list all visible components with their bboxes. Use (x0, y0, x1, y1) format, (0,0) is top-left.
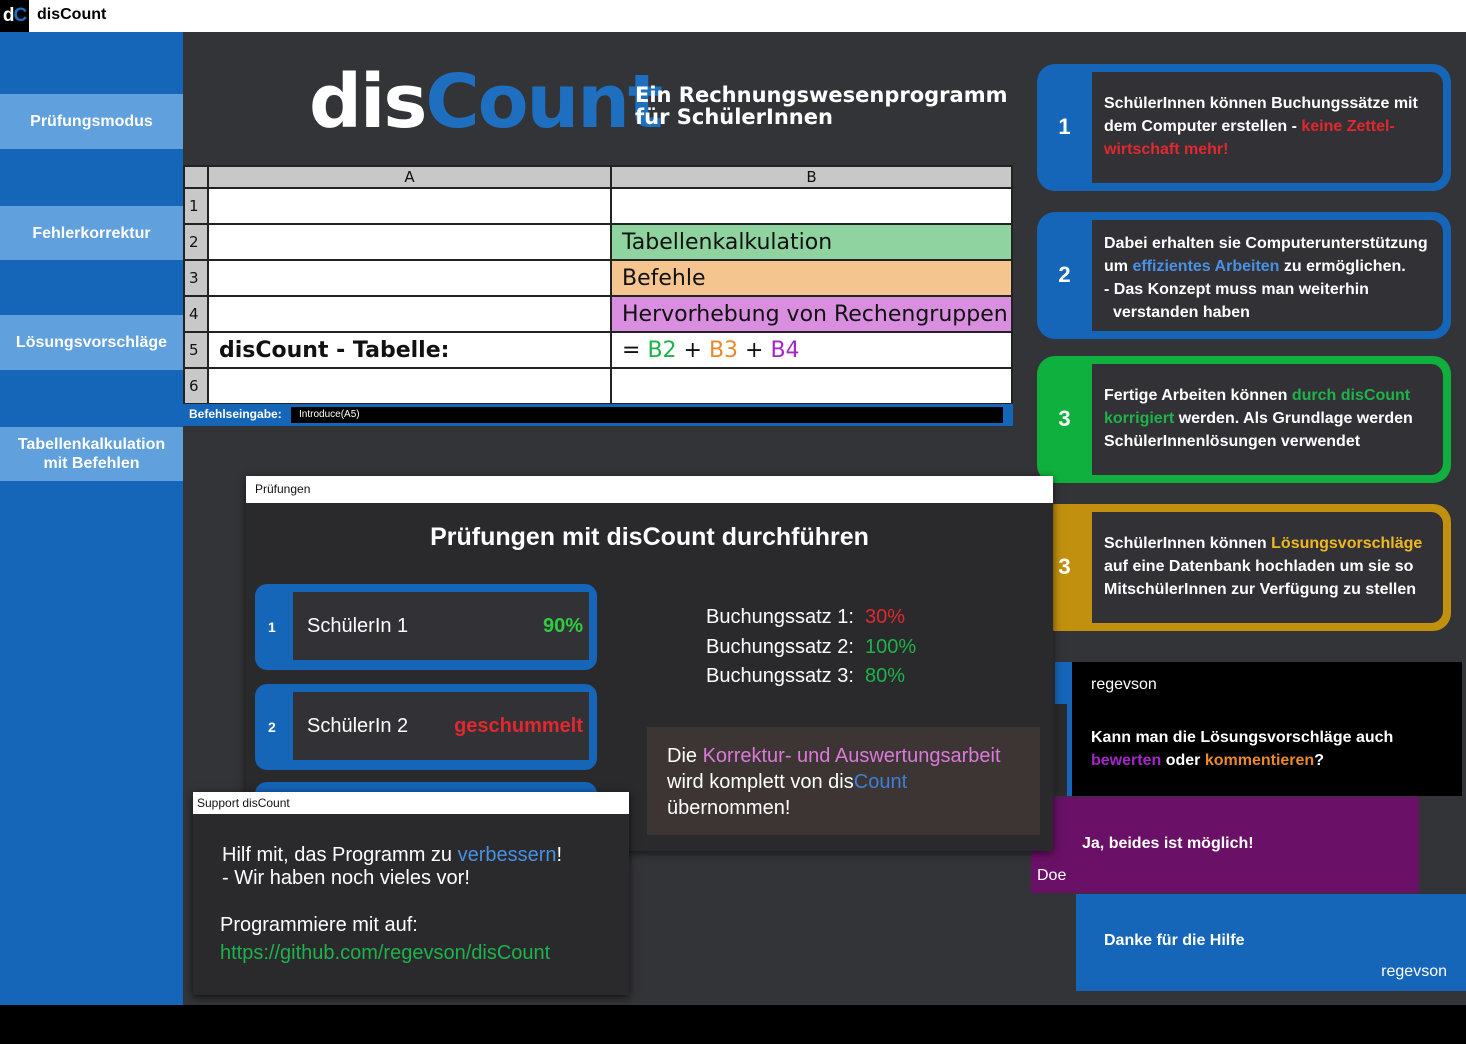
chat-thanks: Danke für die Hilfe regevson (1076, 894, 1466, 991)
cell-b3[interactable]: Befehle (610, 259, 1013, 297)
brand-logo: disCount (309, 59, 663, 145)
pruefungen-title: Prüfungen mit disCount durchführen (430, 523, 869, 551)
spreadsheet: A B 1 2 Tabellenkalkulation 3 Befehle 4 … (183, 165, 1013, 405)
row-header[interactable]: 2 (183, 223, 209, 261)
app-window: dC disCount Prüfungsmodus Fehlerkorrektu… (0, 0, 1466, 1044)
korrektur-info: Die Korrektur- und Auswertungsarbeit wir… (647, 727, 1040, 835)
row-header[interactable]: 6 (183, 367, 209, 405)
command-input[interactable]: Introduce(A5) (291, 407, 1003, 423)
cell-a5[interactable]: disCount - Tabelle: (207, 331, 612, 369)
student-card[interactable]: 1 SchülerIn 1 90% (255, 584, 597, 670)
row-header[interactable]: 4 (183, 295, 209, 333)
student-score: geschummelt (454, 715, 583, 737)
window-titlebar[interactable]: Prüfungen (246, 476, 1053, 503)
app-logo-icon: dC (0, 0, 29, 32)
column-header-b[interactable]: B (610, 165, 1013, 189)
chat-answer: Ja, beides ist möglich! Doe (1031, 797, 1419, 893)
cell-a1[interactable] (207, 187, 612, 225)
cell-a2[interactable] (207, 223, 612, 261)
cell-b2[interactable]: Tabellenkalkulation (610, 223, 1013, 261)
sidebar-item-fehlerkorrektur[interactable]: Fehlerkorrektur (0, 206, 183, 260)
support-window: Support disCount Hilf mit, das Programm … (193, 792, 629, 995)
sidebar-item-loesungsvorschlaege[interactable]: Lösungsvorschläge (0, 315, 183, 370)
feature-card-4: 3 SchülerInnen können Lösungsvorschläge … (1037, 504, 1451, 631)
buchungssatz-result: Buchungssatz 3: 80% (706, 665, 906, 687)
cell-b5[interactable]: = B2 + B3 + B4 (610, 331, 1013, 369)
cell-b6[interactable] (610, 367, 1013, 405)
window-titlebar[interactable]: Support disCount (193, 792, 629, 814)
chat-username: Doe (1037, 867, 1067, 884)
github-link[interactable]: https://github.com/regevson/disCount (220, 942, 562, 965)
chat-username: regevson (1091, 676, 1157, 693)
sidebar-item-pruefungsmodus[interactable]: Prüfungsmodus (0, 94, 183, 149)
row-header[interactable]: 1 (183, 187, 209, 225)
feature-card-3: 3 Fertige Arbeiten können durch disCount… (1037, 356, 1451, 483)
tagline: Ein Rechnungswesenprogramm für SchülerIn… (635, 83, 1008, 129)
sidebar-item-tabellenkalkulation[interactable]: Tabellenkalkulation mit Befehlen (0, 427, 183, 481)
buchungssatz-result: Buchungssatz 2: 100% (706, 636, 917, 658)
student-score: 90% (542, 615, 583, 637)
student-card[interactable]: 2 SchülerIn 2 geschummelt (255, 684, 597, 770)
cell-b4[interactable]: Hervorhebung von Rechengruppen (610, 295, 1013, 333)
buchungssatz-result: Buchungssatz 1: 30% (706, 606, 906, 628)
chat-username: regevson (1381, 963, 1447, 980)
chat-question: regevson Kann man die Lösungsvorschläge … (1055, 662, 1462, 796)
cell-a6[interactable] (207, 367, 612, 405)
cell-a4[interactable] (207, 295, 612, 333)
title-bar: dC disCount (0, 0, 1466, 32)
row-header[interactable]: 5 (183, 331, 209, 369)
sidebar: Prüfungsmodus Fehlerkorrektur Lösungsvor… (0, 32, 183, 1005)
chat-message: Kann man die Lösungsvorschläge auch bewe… (1091, 729, 1394, 769)
column-header-a[interactable]: A (207, 165, 612, 189)
student-name: SchülerIn 2 (307, 715, 409, 737)
command-bar: Befehlseingabe: Introduce(A5) (183, 404, 1013, 426)
cell-a3[interactable] (207, 259, 612, 297)
cell-b1[interactable] (610, 187, 1013, 225)
chat-message: Ja, beides ist möglich! (1082, 835, 1254, 852)
corner-cell (183, 165, 209, 189)
command-label: Befehlseingabe: (189, 407, 282, 421)
chat-message: Danke für die Hilfe (1104, 932, 1245, 949)
row-header[interactable]: 3 (183, 259, 209, 297)
feature-card-1: 1 SchülerInnen können Buchungssätze mit … (1037, 64, 1451, 191)
feature-card-2: 2 Dabei erhalten sie Computerunterstützu… (1037, 212, 1451, 339)
student-name: SchülerIn 1 (307, 615, 409, 637)
window-title: disCount (37, 6, 107, 23)
